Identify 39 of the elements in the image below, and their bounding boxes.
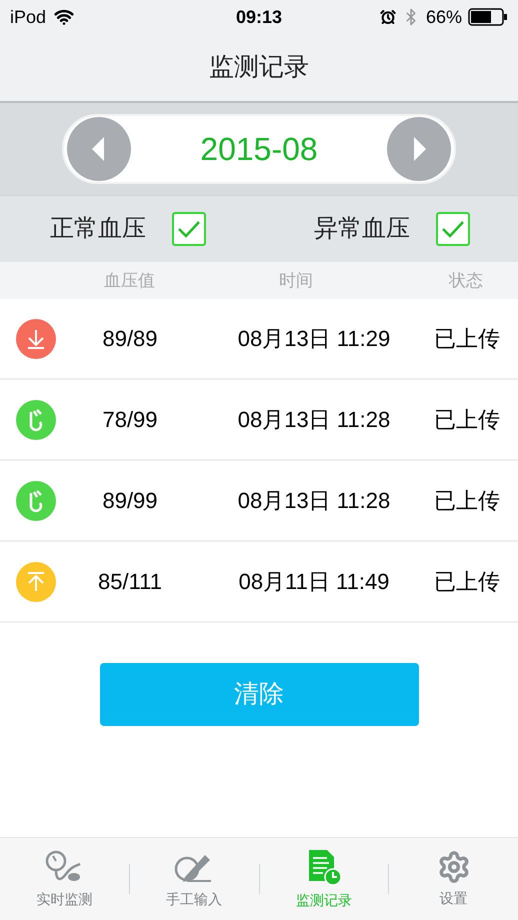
battery-icon	[468, 8, 508, 26]
alarm-icon	[380, 9, 396, 25]
tab-item[interactable]: 设置	[389, 850, 518, 908]
record-time: 08月11日 11:49	[238, 568, 390, 596]
filter-checkbox[interactable]	[172, 212, 206, 246]
upload-status: 已上传	[434, 487, 500, 515]
check-icon	[441, 220, 465, 238]
right-triangle-icon	[412, 137, 426, 161]
filter-checkbox[interactable]	[436, 212, 470, 246]
next-month-button[interactable]	[387, 117, 451, 181]
upload-status: 已上传	[434, 406, 500, 434]
upload-status: 已上传	[434, 325, 500, 353]
check-icon	[177, 220, 201, 238]
battery-percent: 66%	[426, 6, 462, 28]
pressure-value: 85/111	[96, 568, 164, 596]
previous-month-button[interactable]	[67, 117, 131, 181]
pressure-value: 89/99	[101, 487, 159, 515]
left-triangle-icon	[92, 137, 106, 161]
settings-icon	[436, 850, 471, 884]
wifi-icon	[54, 7, 74, 27]
clear-button[interactable]: 清除	[100, 663, 418, 726]
month-label: 2015-08	[200, 130, 318, 169]
tab-item[interactable]: 监测记录	[260, 848, 388, 910]
filter-label: 异常血压	[314, 214, 410, 244]
record-time: 08月13日 11:28	[236, 406, 392, 434]
record-time: 08月13日 11:29	[236, 325, 392, 353]
pressure-value: 89/89	[101, 325, 159, 353]
tab-item[interactable]: 手工输入	[130, 848, 258, 910]
clock-time: 09:13	[236, 6, 282, 28]
column-header: 时间	[279, 270, 314, 292]
pressure-value: 78/99	[101, 406, 159, 434]
tab-item[interactable]: 实时监测	[0, 848, 129, 910]
column-header: 血压值	[104, 270, 156, 292]
column-header: 状态	[449, 270, 483, 292]
page-title: 监测记录	[209, 52, 309, 83]
filter-label: 正常血压	[50, 214, 146, 244]
record-time: 08月13日 11:28	[236, 487, 392, 515]
device-name: iPod	[10, 6, 46, 28]
upload-status: 已上传	[434, 568, 500, 596]
